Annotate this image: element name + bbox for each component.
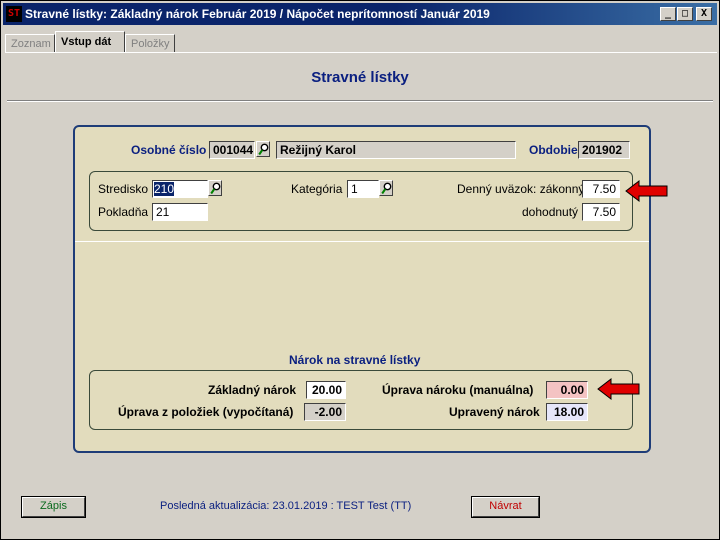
app-icon: ST [6, 6, 22, 22]
adjusted-entitlement-field: 18.00 [546, 403, 588, 421]
employee-name-field: Režijný Karol [276, 141, 516, 159]
back-button[interactable]: Návrat [471, 496, 540, 518]
entitlement-group: Základný nárok 20.00 Úprava z položiek (… [89, 370, 633, 430]
minimize-button[interactable]: _ [660, 7, 676, 21]
cashdesk-field[interactable]: 21 [152, 203, 208, 221]
search-icon [210, 182, 221, 195]
items-adjustment-field: -2.00 [304, 403, 346, 421]
employee-number-label: Osobné číslo [131, 143, 207, 157]
title-bar[interactable]: ST Stravné lístky: Základný nárok Februá… [3, 3, 717, 25]
panel-divider [75, 241, 649, 242]
save-button[interactable]: Zápis [21, 496, 86, 518]
center-value: 210 [154, 182, 175, 196]
workload-agreed-label: dohodnutý [522, 205, 579, 219]
period-label: Obdobie [529, 143, 578, 157]
adjusted-entitlement-label: Upravený nárok [449, 405, 540, 419]
category-field[interactable]: 1 [347, 180, 379, 198]
cashdesk-label: Pokladňa [98, 205, 149, 219]
close-button[interactable]: X [696, 7, 712, 21]
category-lookup-button[interactable] [379, 180, 393, 196]
center-label: Stredisko [98, 182, 149, 196]
page-title: Stravné lístky [311, 69, 409, 86]
entitlement-section-title: Nárok na stravné lístky [289, 353, 421, 367]
basic-entitlement-label: Základný nárok [208, 383, 297, 397]
employee-lookup-button[interactable] [256, 141, 270, 157]
search-icon [381, 182, 392, 195]
employee-number-field[interactable]: 001044 [209, 141, 255, 159]
header-divider-highlight [7, 101, 713, 102]
details-group: Stredisko 210 Pokladňa 21 Kategória 1 De… [89, 171, 633, 231]
category-label: Kategória [291, 182, 343, 196]
maximize-button[interactable]: □ [677, 7, 693, 21]
save-button-label: Zápis [40, 500, 67, 512]
window-title: Stravné lístky: Základný nárok Február 2… [25, 7, 490, 21]
workload-statutory-field[interactable]: 7.50 [582, 180, 620, 198]
workload-statutory-label: Denný uväzok: zákonný [457, 182, 585, 196]
last-update-status: Posledná aktualizácia: 23.01.2019 : TEST… [160, 500, 412, 512]
tab-vstup-dat[interactable]: Vstup dát [55, 31, 125, 53]
period-field: 201902 [578, 141, 630, 159]
main-panel: Osobné číslo 001044 Režijný Karol Obdobi… [73, 125, 651, 453]
app-window: ST Stravné lístky: Základný nárok Februá… [0, 0, 720, 540]
items-adjustment-label: Úprava z položiek (vypočítaná) [118, 405, 294, 419]
arrow-left-icon [625, 179, 668, 203]
manual-adjustment-field[interactable]: 0.00 [546, 381, 588, 399]
tab-zoznam[interactable]: Zoznam [5, 34, 55, 53]
tab-polozky[interactable]: Položky [125, 34, 175, 53]
arrow-left-icon [597, 377, 640, 401]
center-field[interactable]: 210 [152, 180, 208, 198]
basic-entitlement-field[interactable]: 20.00 [306, 381, 346, 399]
workload-agreed-field[interactable]: 7.50 [582, 203, 620, 221]
back-button-label: Návrat [489, 500, 522, 512]
manual-adjustment-label: Úprava nároku (manuálna) [382, 383, 534, 397]
center-lookup-button[interactable] [208, 180, 222, 196]
tab-divider [5, 52, 717, 53]
search-icon [258, 143, 269, 156]
